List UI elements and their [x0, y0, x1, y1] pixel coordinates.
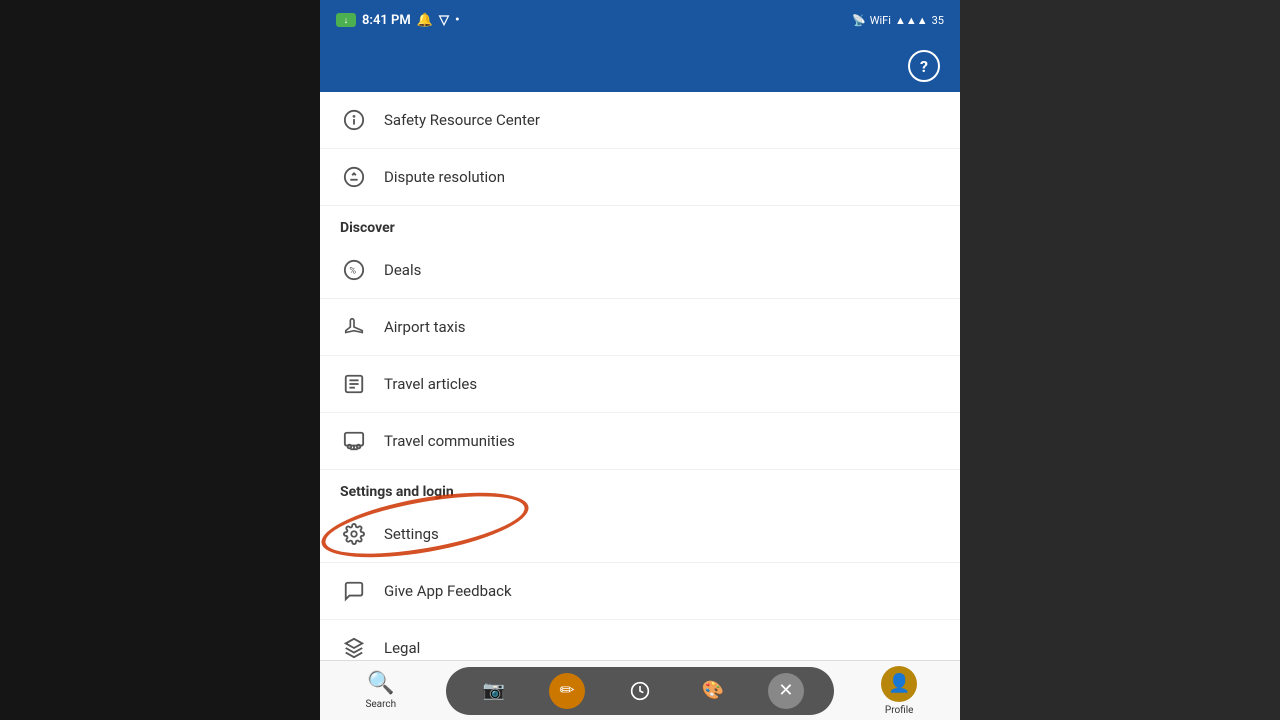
status-time: 8:41 PM [362, 13, 411, 28]
menu-item-dispute[interactable]: Dispute resolution [320, 149, 960, 206]
menu-item-feedback[interactable]: Give App Feedback [320, 563, 960, 620]
pencil-tool-button[interactable]: ✏ [549, 673, 585, 709]
bookings-tool-button[interactable] [622, 673, 658, 709]
menu-item-safety[interactable]: Safety Resource Center [320, 92, 960, 149]
wifi-down-icon: ▽ [439, 13, 449, 28]
help-button[interactable]: ? [908, 50, 940, 82]
communities-icon [340, 427, 368, 455]
annotation-toolbar: 🔍 Search 📷 ✏ 🎨 ✕ 👤 Profile [320, 660, 960, 720]
safety-label: Safety Resource Center [384, 111, 540, 129]
feedback-label: Give App Feedback [384, 582, 512, 600]
search-icon: 🔍 [367, 671, 394, 696]
battery-percent: 35 [932, 14, 944, 27]
airport-label: Airport taxis [384, 318, 465, 336]
cast-icon: 📡 [852, 14, 866, 27]
menu-item-articles[interactable]: Travel articles [320, 356, 960, 413]
articles-label: Travel articles [384, 375, 477, 393]
safety-icon [340, 106, 368, 134]
menu-item-airport[interactable]: Airport taxis [320, 299, 960, 356]
menu-item-deals[interactable]: % Deals [320, 242, 960, 299]
dispute-label: Dispute resolution [384, 168, 505, 186]
deals-label: Deals [384, 261, 421, 279]
signal-bars: ▲▲▲ [895, 14, 928, 27]
nav-profile[interactable]: 👤 Profile [838, 666, 960, 716]
section-discover: Discover [320, 206, 960, 242]
menu-item-settings[interactable]: Settings [320, 506, 960, 563]
dot-indicator: • [455, 13, 460, 28]
nav-search[interactable]: 🔍 Search [320, 671, 442, 710]
settings-icon [340, 520, 368, 548]
search-label: Search [365, 699, 396, 710]
signal-icon: 🔔 [417, 13, 433, 28]
profile-avatar: 👤 [881, 666, 917, 702]
section-settings: Settings and login [320, 470, 960, 506]
legal-icon [340, 634, 368, 660]
status-left: ↓ 8:41 PM 🔔 ▽ • [336, 13, 460, 28]
close-tool-button[interactable]: ✕ [768, 673, 804, 709]
phone-container: ↓ 8:41 PM 🔔 ▽ • 📡 WiFi ▲▲▲ 35 ? [320, 0, 960, 720]
status-bar: ↓ 8:41 PM 🔔 ▽ • 📡 WiFi ▲▲▲ 35 [320, 0, 960, 40]
dispute-icon [340, 163, 368, 191]
articles-icon [340, 370, 368, 398]
menu-panel: Safety Resource Center Dispute resolutio… [320, 92, 960, 660]
camera-tool-button[interactable]: 📷 [476, 673, 512, 709]
feedback-icon [340, 577, 368, 605]
palette-tool-button[interactable]: 🎨 [695, 673, 731, 709]
battery-icon: ↓ [336, 13, 356, 27]
profile-label: Profile [885, 705, 914, 716]
deals-icon: % [340, 256, 368, 284]
svg-text:%: % [349, 267, 356, 277]
communities-label: Travel communities [384, 432, 515, 450]
status-right: 📡 WiFi ▲▲▲ 35 [852, 14, 944, 27]
legal-label: Legal [384, 639, 420, 657]
wifi-icon: WiFi [870, 14, 891, 27]
app-header: ? [320, 40, 960, 92]
settings-label: Settings [384, 525, 439, 543]
menu-item-legal[interactable]: Legal [320, 620, 960, 660]
menu-item-communities[interactable]: Travel communities [320, 413, 960, 470]
toolbar-center: 📷 ✏ 🎨 ✕ [446, 667, 835, 715]
airport-icon [340, 313, 368, 341]
